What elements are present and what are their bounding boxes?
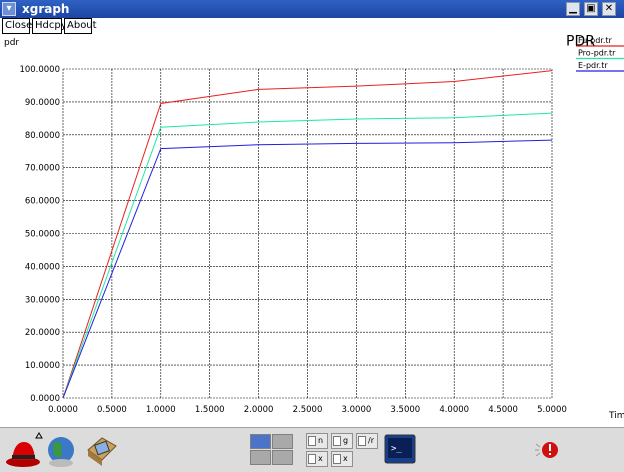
close-button[interactable]: Close (2, 18, 32, 34)
x-tick-label: 2.5000 (293, 405, 323, 415)
hardcopy-button[interactable]: Hdcpy (32, 18, 67, 34)
task-button[interactable]: /r (356, 433, 378, 449)
x-tick-label: 0.0000 (48, 405, 78, 415)
task-label: x (343, 454, 348, 463)
y-tick-label: 60.0000 (25, 197, 60, 207)
task-label: /r (368, 436, 374, 445)
terminal-icon[interactable]: >_ (384, 434, 416, 466)
y-tick-label: 40.0000 (25, 262, 60, 272)
maximize-icon[interactable]: ▣ (584, 2, 598, 16)
task-label: g (343, 436, 349, 445)
window-title: xgraph (22, 2, 70, 16)
legend-label: Pro-pdr.tr (578, 49, 616, 58)
workspace-2[interactable] (272, 434, 293, 449)
workspace-3[interactable] (250, 450, 271, 465)
y-tick-label: 20.0000 (25, 328, 60, 338)
toolbar: Close Hdcpy About (0, 18, 624, 34)
x-tick-labels: 0.0000 0.5000 1.0000 1.5000 2.0000 2.5000 3.00… (48, 405, 567, 415)
taskbar: n g /r x x >_ (0, 427, 624, 472)
y-tick-label: 80.0000 (25, 131, 60, 141)
redhat-menu-icon[interactable] (4, 432, 44, 470)
alert-icon[interactable] (534, 438, 562, 464)
task-button[interactable]: x (306, 451, 328, 467)
task-button[interactable]: n (306, 433, 328, 449)
x-tick-label: 5.0000 (537, 405, 567, 415)
workspace-4[interactable] (272, 450, 293, 465)
y-tick-label: 50.0000 (25, 230, 60, 240)
about-button[interactable]: About (64, 18, 97, 34)
minimize-icon[interactable]: ▁ (566, 2, 580, 16)
y-tick-label: 0.0000 (30, 394, 60, 404)
x-tick-label: 4.5000 (488, 405, 518, 415)
x-tick-label: 2.0000 (244, 405, 274, 415)
task-label: x (318, 454, 323, 463)
window-titlebar[interactable]: ▾ xgraph ▁ ▣ ✕ (0, 0, 624, 18)
y-tick-label: 30.0000 (25, 295, 60, 305)
line-chart: 0.0000 10.0000 20.0000 30.0000 40.0000 50.000… (4, 34, 624, 421)
x-tick-label: 3.0000 (342, 405, 372, 415)
x-tick-label: 4.0000 (439, 405, 469, 415)
x-tick-label: 1.5000 (195, 405, 225, 415)
x-tick-label: 0.5000 (97, 405, 127, 415)
chevron-down-icon[interactable]: ▾ (2, 2, 16, 16)
x-tick-label: 3.5000 (390, 405, 420, 415)
y-tick-label: 90.0000 (25, 98, 60, 108)
x-axis-label: Time (608, 411, 624, 421)
y-axis-label: pdr (4, 38, 19, 48)
browser-globe-icon[interactable] (44, 432, 80, 470)
print-manager-icon[interactable] (84, 432, 120, 470)
chart-grid (62, 68, 553, 399)
legend-label: E-pdr.tr (578, 61, 608, 70)
chart-title: PDR (566, 34, 595, 50)
workspace-1[interactable] (250, 434, 271, 449)
y-tick-label: 100.0000 (19, 65, 60, 75)
task-button[interactable]: g (331, 433, 353, 449)
window-icon (358, 436, 366, 446)
svg-text:>_: >_ (391, 444, 402, 454)
window-icon (308, 454, 316, 464)
window-icon (333, 454, 341, 464)
task-label: n (318, 436, 324, 445)
y-tick-label: 10.0000 (25, 361, 60, 371)
window-icon (308, 436, 316, 446)
window-icon (333, 436, 341, 446)
task-button[interactable]: x (331, 451, 353, 467)
y-tick-label: 70.0000 (25, 164, 60, 174)
x-tick-label: 1.0000 (146, 405, 176, 415)
y-tick-labels: 0.0000 10.0000 20.0000 30.0000 40.0000 50.000… (19, 65, 60, 404)
close-icon[interactable]: ✕ (602, 2, 616, 16)
